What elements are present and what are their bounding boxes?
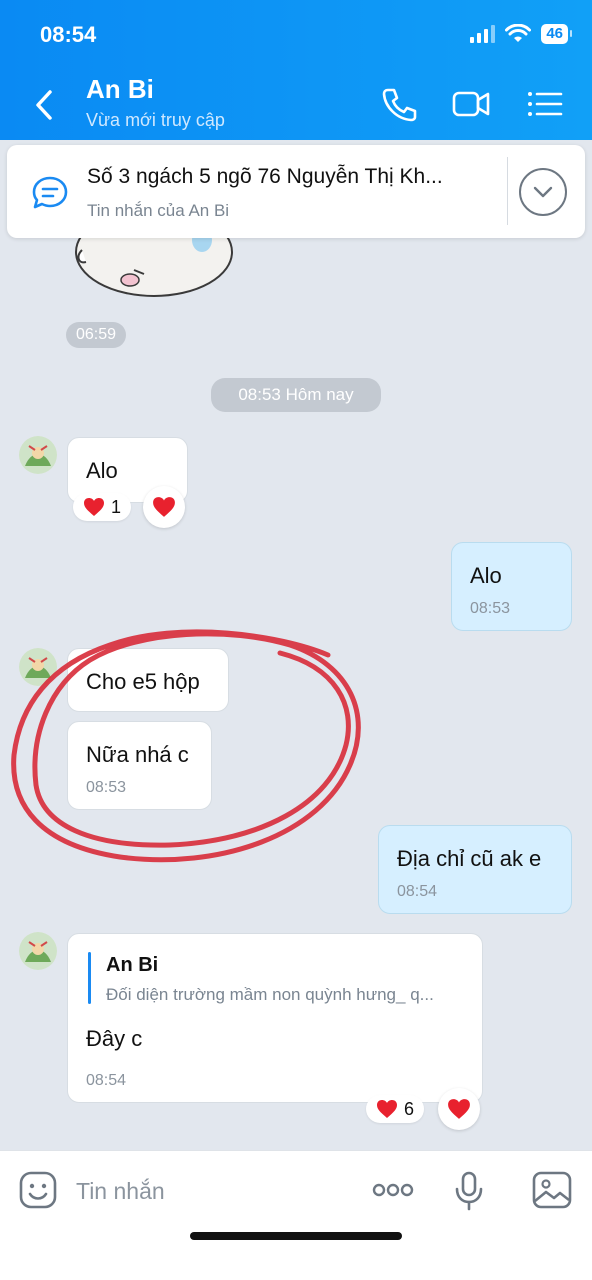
message-bubble-incoming[interactable]: Cho e5 hộp: [67, 648, 229, 712]
expand-button[interactable]: [519, 168, 567, 216]
chevron-down-icon: [533, 186, 553, 198]
quote-author: An Bi: [106, 954, 159, 976]
avatar[interactable]: [19, 648, 57, 686]
avatar[interactable]: [19, 932, 57, 970]
signal-icon: [470, 25, 496, 43]
reaction-count-value: 6: [404, 1098, 415, 1119]
message-time: 08:53: [470, 600, 511, 617]
heart-icon: [377, 1100, 397, 1118]
react-button[interactable]: [438, 1088, 480, 1130]
message-input-bar: Tin nhắn: [0, 1150, 592, 1280]
message-text: Cho e5 hộp: [86, 669, 200, 694]
sticker-icon[interactable]: [19, 1171, 57, 1209]
avatar[interactable]: [19, 436, 57, 474]
quote-text[interactable]: Đối diện trường mầm non quỳnh hưng_ q...: [106, 985, 434, 1005]
heart-icon: [84, 498, 104, 516]
phone-icon[interactable]: [380, 86, 418, 122]
message-bubble-outgoing[interactable]: Alo 08:53: [451, 542, 572, 631]
divider: [507, 157, 508, 225]
pinned-title: Số 3 ngách 5 ngõ 76 Nguyễn Thị Kh...: [87, 165, 443, 188]
chat-header: 08:54 46 An Bi Vừa mới truy cập: [0, 0, 592, 140]
status-time: 08:54: [40, 22, 97, 47]
message-text: Nữa nhá c: [86, 742, 189, 767]
day-separator: 08:53 Hôm nay: [211, 378, 381, 412]
chat-bubble-icon: [32, 176, 68, 209]
more-icon[interactable]: [372, 1183, 414, 1197]
react-button[interactable]: [143, 486, 185, 528]
reaction-count[interactable]: 6: [366, 1095, 425, 1123]
status-icons: 46: [470, 24, 572, 44]
home-indicator: [190, 1232, 402, 1240]
message-text: Alo: [86, 458, 118, 483]
heart-icon: [153, 497, 175, 517]
sticker-time: 06:59: [66, 322, 126, 348]
quote-bar: [88, 952, 91, 1004]
message-text: Alo: [470, 563, 502, 588]
message-bubble-incoming[interactable]: Nữa nhá c 08:53: [67, 721, 212, 810]
sticker-image[interactable]: [72, 230, 242, 302]
microphone-icon[interactable]: [454, 1171, 484, 1211]
image-gallery-icon[interactable]: [532, 1171, 572, 1209]
pinned-message[interactable]: Số 3 ngách 5 ngõ 76 Nguyễn Thị Kh... Tin…: [7, 145, 585, 238]
message-text: Địa chỉ cũ ak e: [397, 846, 542, 871]
reaction-count[interactable]: 1: [73, 493, 132, 521]
message-input[interactable]: Tin nhắn: [76, 1178, 165, 1205]
reaction-count-value: 1: [111, 496, 122, 517]
battery-icon: 46: [541, 24, 572, 44]
menu-list-icon[interactable]: [526, 86, 564, 122]
contact-name[interactable]: An Bi: [86, 74, 154, 105]
message-time: 08:53: [86, 779, 127, 796]
message-time: 08:54: [397, 883, 438, 900]
message-time: 08:54: [86, 1072, 127, 1089]
video-call-icon[interactable]: [452, 86, 490, 122]
pinned-subtitle: Tin nhắn của An Bi: [87, 201, 230, 220]
back-icon[interactable]: [32, 88, 56, 122]
message-bubble-outgoing[interactable]: Địa chỉ cũ ak e 08:54: [378, 825, 572, 914]
heart-icon: [448, 1099, 470, 1119]
wifi-icon: [505, 24, 532, 42]
message-bubble-incoming-reply[interactable]: An Bi Đối diện trường mầm non quỳnh hưng…: [67, 933, 483, 1103]
message-text: Đây c: [86, 1026, 143, 1051]
contact-status: Vừa mới truy cập: [86, 110, 225, 130]
